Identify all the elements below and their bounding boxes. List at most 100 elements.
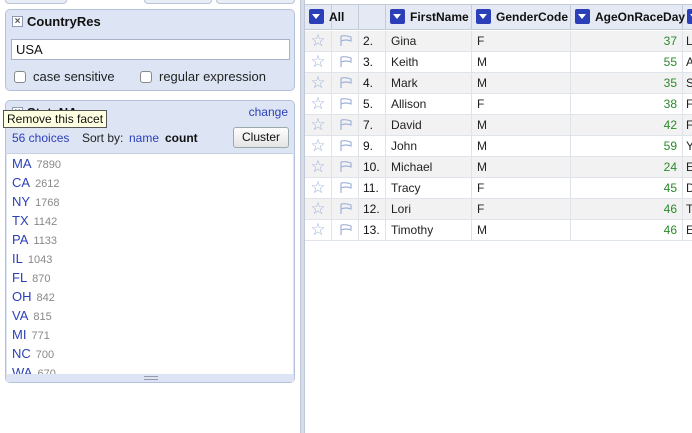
- facet-choice-list[interactable]: MA 7890 CA 2612 NY 1768 TX 1142 PA 1133 IL 1043 FL 87…: [7, 153, 293, 375]
- table-row[interactable]: ☆ 12. Lori F 46 T: [305, 199, 692, 220]
- facet-choice[interactable]: CA 2612: [12, 173, 60, 192]
- sort-by-count[interactable]: count: [165, 131, 198, 145]
- table-row[interactable]: ☆ 5. Allison F 38 F: [305, 94, 692, 115]
- flag-icon[interactable]: [332, 199, 359, 219]
- choice-name[interactable]: MI: [12, 327, 26, 342]
- cell-ageonraceday[interactable]: 42: [571, 115, 683, 135]
- column-gendercode[interactable]: GenderCode: [472, 5, 571, 29]
- choice-name[interactable]: OH: [12, 289, 32, 304]
- table-row[interactable]: ☆ 9. John M 59 Y: [305, 136, 692, 157]
- facet-choice[interactable]: NC 700: [12, 344, 54, 363]
- cell-gendercode[interactable]: M: [472, 220, 571, 240]
- choices-count[interactable]: 56 choices: [12, 131, 69, 145]
- choice-name[interactable]: PA: [12, 232, 28, 247]
- close-icon[interactable]: ×: [12, 16, 23, 27]
- cell-next[interactable]: L: [683, 31, 692, 51]
- cell-firstname[interactable]: David: [386, 115, 472, 135]
- column-next[interactable]: [683, 5, 692, 29]
- cell-next[interactable]: D: [683, 178, 692, 198]
- cell-gendercode[interactable]: M: [472, 52, 571, 72]
- facet-choice[interactable]: NY 1768: [12, 192, 60, 211]
- cell-firstname[interactable]: Lori: [386, 199, 472, 219]
- choice-name[interactable]: FL: [12, 270, 27, 285]
- cell-gendercode[interactable]: F: [472, 31, 571, 51]
- facet-choice[interactable]: VA 815: [12, 306, 52, 325]
- flag-icon[interactable]: [332, 31, 359, 51]
- choice-name[interactable]: TX: [12, 213, 29, 228]
- cell-ageonraceday[interactable]: 37: [571, 31, 683, 51]
- cell-firstname[interactable]: Mark: [386, 73, 472, 93]
- cell-next[interactable]: F: [683, 115, 692, 135]
- flag-icon[interactable]: [332, 178, 359, 198]
- cell-firstname[interactable]: Tracy: [386, 178, 472, 198]
- flag-icon[interactable]: [332, 136, 359, 156]
- choice-name[interactable]: NC: [12, 346, 31, 361]
- tab-stub[interactable]: [144, 0, 212, 4]
- table-row[interactable]: ☆ 10. Michael M 24 E: [305, 157, 692, 178]
- flag-icon[interactable]: [332, 52, 359, 72]
- table-row[interactable]: ☆ 13. Timothy M 46 E: [305, 220, 692, 241]
- choice-name[interactable]: MA: [12, 156, 32, 171]
- sort-by-name[interactable]: name: [129, 131, 159, 145]
- cell-gendercode[interactable]: F: [472, 94, 571, 114]
- chevron-down-icon[interactable]: [390, 9, 405, 24]
- case-sensitive-option[interactable]: case sensitive: [14, 69, 115, 84]
- resize-handle[interactable]: [6, 374, 294, 382]
- cell-ageonraceday[interactable]: 46: [571, 220, 683, 240]
- cell-gendercode[interactable]: F: [472, 178, 571, 198]
- cell-ageonraceday[interactable]: 46: [571, 199, 683, 219]
- flag-icon[interactable]: [332, 73, 359, 93]
- flag-icon[interactable]: [332, 220, 359, 240]
- chevron-down-icon[interactable]: [687, 9, 692, 24]
- flag-icon[interactable]: [332, 115, 359, 135]
- cell-firstname[interactable]: Keith: [386, 52, 472, 72]
- star-icon[interactable]: ☆: [305, 115, 332, 135]
- table-row[interactable]: ☆ 3. Keith M 55 A: [305, 52, 692, 73]
- cell-ageonraceday[interactable]: 24: [571, 157, 683, 177]
- chevron-down-icon[interactable]: [476, 9, 491, 24]
- cell-next[interactable]: S: [683, 73, 692, 93]
- cell-next[interactable]: T: [683, 199, 692, 219]
- cell-gendercode[interactable]: M: [472, 115, 571, 135]
- cell-gendercode[interactable]: M: [472, 157, 571, 177]
- tab-stub[interactable]: [5, 0, 67, 4]
- chevron-down-icon[interactable]: [309, 9, 324, 24]
- facet-choice[interactable]: TX 1142: [12, 211, 57, 230]
- cell-firstname[interactable]: John: [386, 136, 472, 156]
- cell-gendercode[interactable]: M: [472, 136, 571, 156]
- change-link[interactable]: change: [249, 105, 288, 119]
- cell-firstname[interactable]: Michael: [386, 157, 472, 177]
- cell-firstname[interactable]: Gina: [386, 31, 472, 51]
- star-icon[interactable]: ☆: [305, 94, 332, 114]
- case-sensitive-checkbox[interactable]: [14, 70, 26, 83]
- table-row[interactable]: ☆ 11. Tracy F 45 D: [305, 178, 692, 199]
- table-row[interactable]: ☆ 7. David M 42 F: [305, 115, 692, 136]
- cell-next[interactable]: A: [683, 52, 692, 72]
- regex-checkbox[interactable]: [140, 70, 152, 83]
- tab-stub[interactable]: [216, 0, 295, 4]
- choice-name[interactable]: VA: [12, 308, 28, 323]
- star-icon[interactable]: ☆: [305, 73, 332, 93]
- facet-choice[interactable]: PA 1133: [12, 230, 57, 249]
- star-icon[interactable]: ☆: [305, 31, 332, 51]
- facet-choice[interactable]: FL 870: [12, 268, 51, 287]
- cell-ageonraceday[interactable]: 59: [571, 136, 683, 156]
- cell-gendercode[interactable]: F: [472, 199, 571, 219]
- flag-icon[interactable]: [332, 157, 359, 177]
- regex-option[interactable]: regular expression: [140, 69, 266, 84]
- flag-icon[interactable]: [332, 94, 359, 114]
- star-icon[interactable]: ☆: [305, 178, 332, 198]
- facet-choice[interactable]: MA 7890: [12, 154, 61, 173]
- table-row[interactable]: ☆ 4. Mark M 35 S: [305, 73, 692, 94]
- cell-gendercode[interactable]: M: [472, 73, 571, 93]
- cell-ageonraceday[interactable]: 38: [571, 94, 683, 114]
- star-icon[interactable]: ☆: [305, 136, 332, 156]
- column-all[interactable]: All: [305, 5, 386, 29]
- cell-ageonraceday[interactable]: 35: [571, 73, 683, 93]
- star-icon[interactable]: ☆: [305, 157, 332, 177]
- cluster-button[interactable]: Cluster: [232, 127, 289, 148]
- table-row[interactable]: ☆ 2. Gina F 37 L: [305, 31, 692, 52]
- star-icon[interactable]: ☆: [305, 199, 332, 219]
- choice-name[interactable]: NY: [12, 194, 30, 209]
- choice-name[interactable]: CA: [12, 175, 30, 190]
